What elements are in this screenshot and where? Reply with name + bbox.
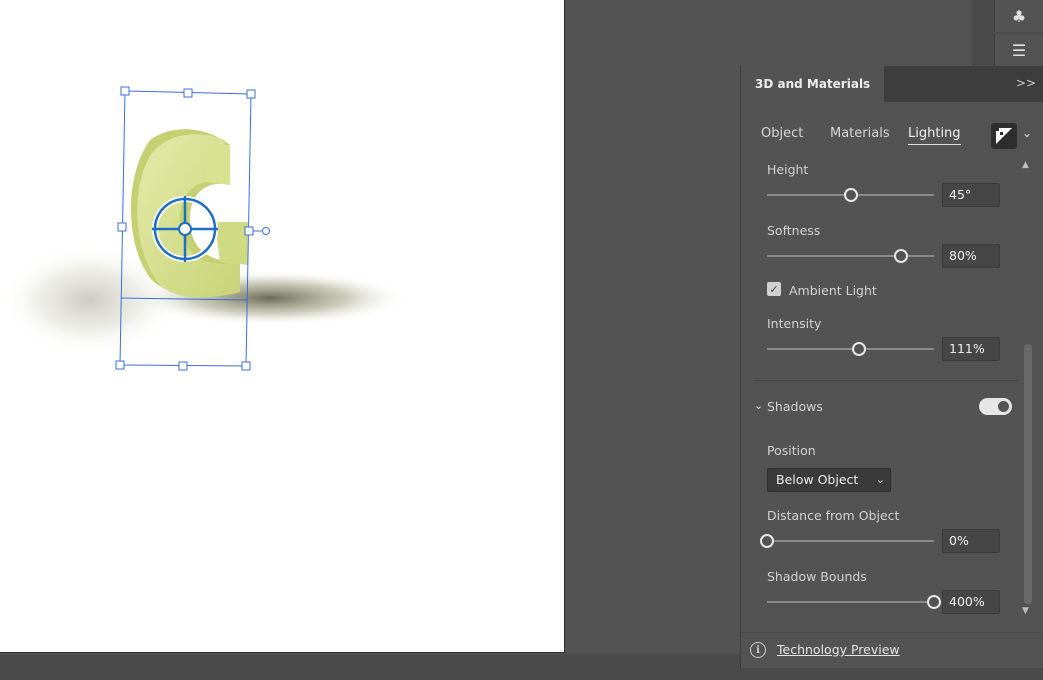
- distance-slider-track[interactable]: [760, 534, 934, 548]
- softness-value-field[interactable]: 80%: [942, 244, 1000, 268]
- scroll-up-icon[interactable]: ▲: [1022, 160, 1029, 170]
- 3d-rotation-widget: [152, 196, 218, 262]
- chevron-down-icon: ⌄: [875, 473, 885, 486]
- position-label: Position: [767, 443, 816, 458]
- toggle-knob: [998, 401, 1009, 412]
- double-chevron-right-icon[interactable]: >>: [1016, 76, 1036, 90]
- height-slider-thumb[interactable]: [843, 188, 858, 202]
- intensity-slider-track[interactable]: [767, 342, 934, 356]
- info-icon: i: [750, 642, 766, 658]
- 3d-materials-panel: 3D and Materials >> Object Materials Lig…: [740, 66, 1043, 668]
- intensity-label: Intensity: [767, 316, 822, 331]
- ambient-light-label: Ambient Light: [789, 283, 877, 298]
- technology-preview-link[interactable]: Technology Preview: [777, 642, 900, 657]
- shadows-section-label[interactable]: Shadows: [767, 399, 823, 414]
- chevron-down-icon[interactable]: ⌄: [1022, 126, 1032, 140]
- footer-divider: [741, 632, 1043, 633]
- height-value-field[interactable]: 45°: [942, 183, 1000, 207]
- lines-menu-icon[interactable]: ☰: [994, 34, 1043, 66]
- softness-slider-thumb[interactable]: [893, 249, 908, 263]
- intensity-slider-thumb[interactable]: [851, 342, 866, 356]
- 3d-letter-c-object: [130, 129, 248, 298]
- panel-scrollbar-thumb[interactable]: [1024, 344, 1032, 604]
- shadow-bounds-slider-track[interactable]: [767, 595, 941, 609]
- shadow-bounds-slider-thumb[interactable]: [927, 595, 941, 609]
- 3d-object-canvas[interactable]: [0, 0, 564, 652]
- height-slider-track[interactable]: [767, 188, 934, 202]
- distance-label: Distance from Object: [767, 508, 900, 523]
- intensity-value-field[interactable]: 111%: [942, 337, 1000, 361]
- distance-slider-thumb[interactable]: [760, 534, 774, 548]
- softness-slider-track[interactable]: [767, 249, 934, 263]
- panel-title-tab[interactable]: 3D and Materials: [741, 66, 885, 102]
- panel-header: 3D and Materials >>: [741, 66, 1043, 102]
- tab-object[interactable]: Object: [761, 126, 803, 141]
- section-divider: [753, 380, 1019, 381]
- softness-label: Softness: [767, 223, 821, 238]
- shadow-bounds-label: Shadow Bounds: [767, 569, 867, 584]
- shadow-position-select[interactable]: Below Object ⌄: [767, 468, 891, 492]
- symbols-club-icon[interactable]: ♣: [994, 0, 1043, 32]
- shadows-toggle[interactable]: [979, 398, 1012, 415]
- tab-lighting[interactable]: Lighting: [908, 126, 961, 145]
- scroll-down-icon[interactable]: ▼: [1022, 606, 1029, 616]
- chevron-down-icon[interactable]: ⌄: [754, 399, 763, 412]
- lighting-preset-icon[interactable]: [991, 123, 1017, 149]
- tab-materials[interactable]: Materials: [830, 126, 890, 141]
- height-label: Height: [767, 162, 809, 177]
- shadow-position-value: Below Object: [776, 472, 859, 487]
- shadow-bounds-value-field[interactable]: 400%: [942, 590, 1000, 614]
- distance-value-field[interactable]: 0%: [942, 529, 1000, 553]
- ambient-light-checkbox[interactable]: ✓: [767, 282, 781, 296]
